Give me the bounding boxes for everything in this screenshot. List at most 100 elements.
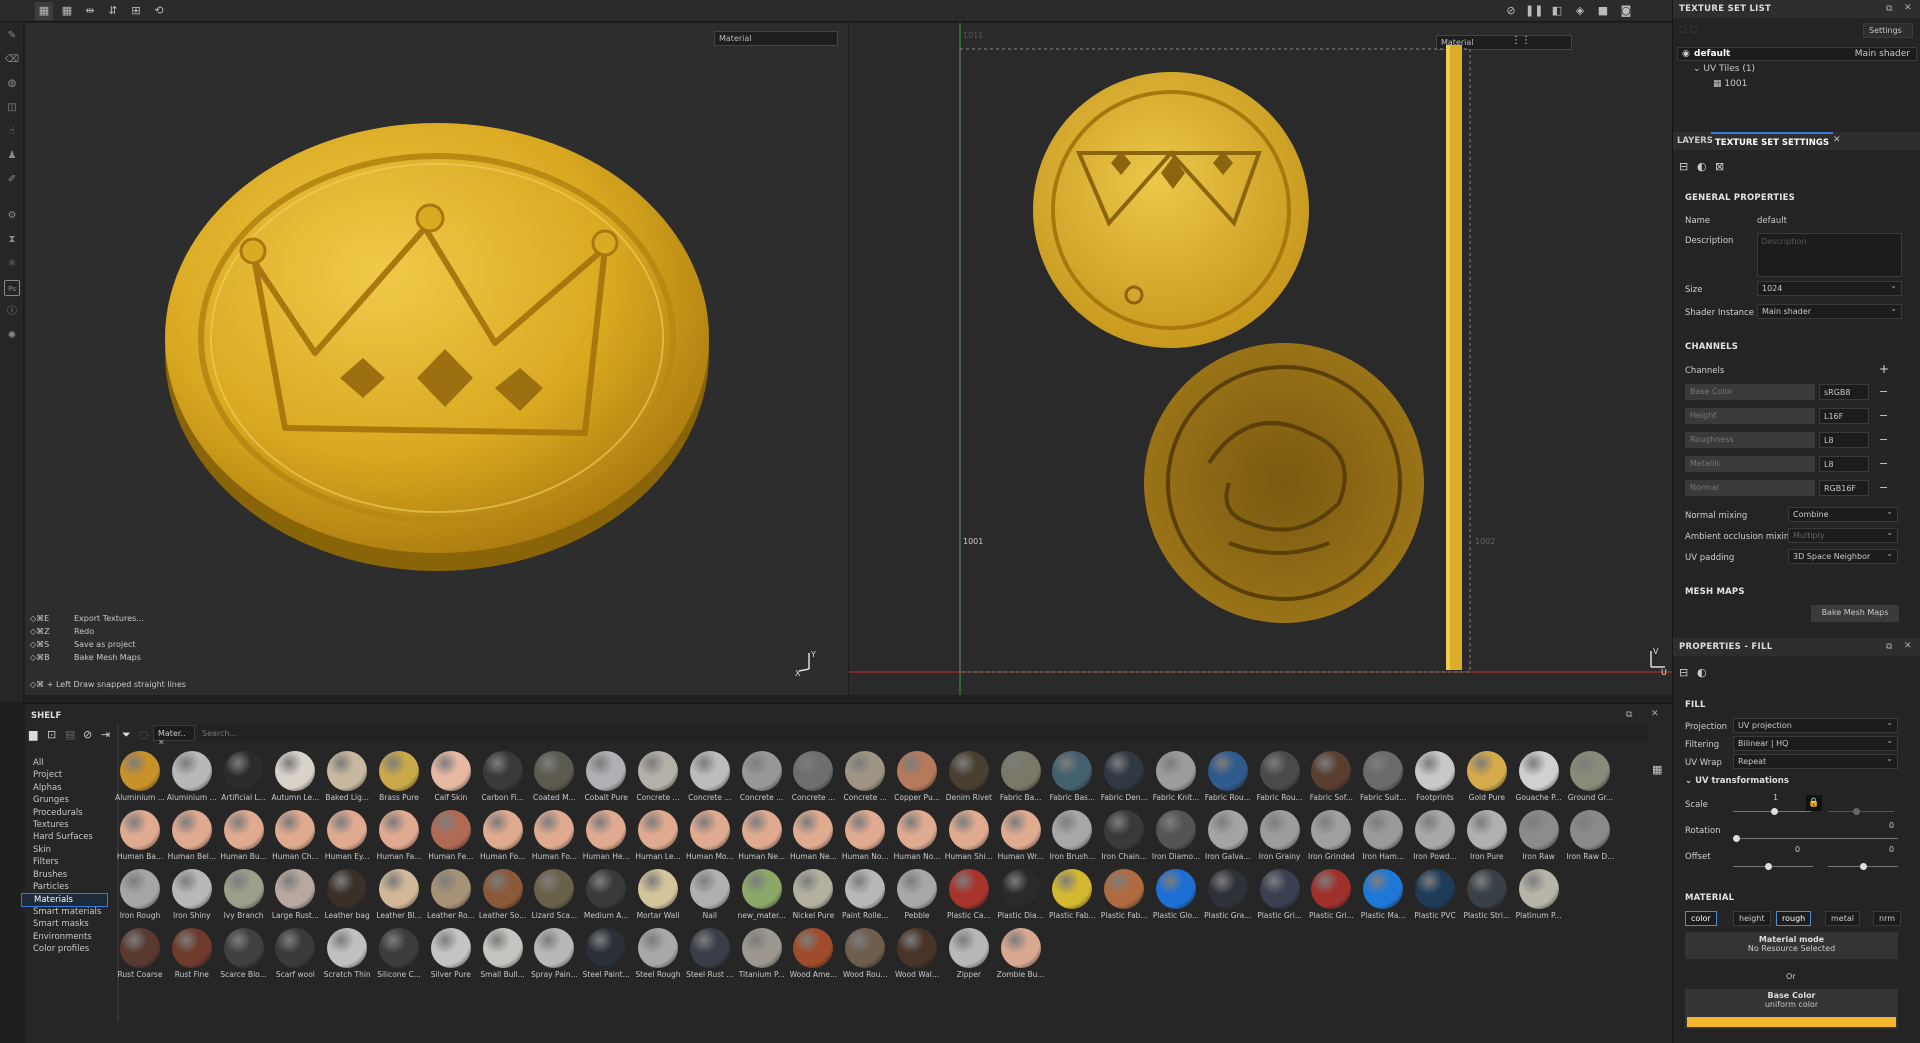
material-thumbnail[interactable]: Large Rust...	[269, 867, 321, 927]
material-thumbnail[interactable]: new_mater...	[736, 867, 788, 927]
normal-mixing-select[interactable]: Combine	[1788, 507, 1898, 522]
material-thumbnail[interactable]: Human Fa...	[373, 808, 425, 868]
material-thumbnail[interactable]: Iron Diamo...	[1150, 808, 1202, 868]
clone-icon[interactable]: ♟	[4, 148, 20, 164]
material-thumbnail[interactable]: Pebble	[891, 867, 943, 927]
undock-icon[interactable]: ⧉	[1626, 710, 1632, 720]
filter-chip[interactable]: Mater.. ✕	[153, 725, 195, 747]
grid-options-icon[interactable]: ▦	[58, 2, 76, 20]
material-thumbnail[interactable]: Concrete ...	[787, 749, 839, 809]
viewport-2d[interactable]: Material 1001 1002 1011 V U ⋮⋮	[849, 23, 1672, 695]
material-thumbnail[interactable]: Iron Grinded	[1305, 808, 1357, 868]
shelf-category-color-profiles[interactable]: Color profiles	[21, 943, 108, 957]
viewport-options-icon[interactable]: ⋮⋮	[1511, 35, 1531, 50]
material-tab-height[interactable]: height	[1733, 911, 1771, 926]
channel-format-select[interactable]: L8	[1819, 456, 1869, 472]
material-thumbnail[interactable]: Iron Shiny	[166, 867, 218, 927]
grid-view-icon[interactable]: ▦	[1652, 763, 1662, 776]
uv-icon[interactable]: ⊠	[1715, 160, 1724, 173]
viewport-3d[interactable]: Material ◇⌘E Export Textures... ◇⌘Z Redo ◇…	[25, 23, 848, 695]
add-icon[interactable]: ⊞	[127, 2, 145, 20]
visibility-off-icon[interactable]: ⊘	[1502, 2, 1520, 20]
scale-slider-handle[interactable]	[1771, 808, 1778, 815]
material-thumbnail[interactable]: Mortar Wall	[632, 867, 684, 927]
layout-split-icon[interactable]: ◧	[1548, 2, 1566, 20]
material-sphere-icon[interactable]: ◐	[1697, 160, 1707, 173]
material-thumbnail[interactable]: Rust Coarse	[114, 926, 166, 986]
material-tab-rough[interactable]: rough	[1776, 911, 1812, 926]
remove-channel-icon[interactable]: −	[1879, 481, 1888, 494]
material-thumbnail[interactable]: Cobalt Pure	[580, 749, 632, 809]
projection-icon[interactable]: ◍	[4, 76, 20, 92]
material-thumbnail[interactable]: Gouache P...	[1513, 749, 1565, 809]
settings-icon[interactable]: ⚙	[4, 208, 20, 224]
display-settings-icon[interactable]: ☼	[4, 256, 20, 272]
material-thumbnail[interactable]: Iron Galva...	[1202, 808, 1254, 868]
material-thumbnail[interactable]: Fabric Bas...	[1046, 749, 1098, 809]
geometry-mask-icon[interactable]: ◫	[4, 100, 20, 116]
material-thumbnail[interactable]: Lizard Sca...	[528, 867, 580, 927]
material-thumbnail[interactable]: Zombie Bu...	[995, 926, 1047, 986]
material-thumbnail[interactable]: Human Ba...	[114, 808, 166, 868]
material-thumbnail[interactable]: Steel Paint...	[580, 926, 632, 986]
uv-tiles-group[interactable]: ⌄ UV Tiles (1)	[1693, 64, 1755, 74]
material-mode-button[interactable]: Material mode No Resource Selected	[1685, 932, 1898, 959]
settings-button[interactable]: Settings	[1863, 23, 1913, 38]
material-thumbnail[interactable]: Wood Rou...	[839, 926, 891, 986]
cube-icon[interactable]: ◈	[1571, 2, 1589, 20]
material-thumbnail[interactable]: Human Le...	[632, 808, 684, 868]
material-thumbnail[interactable]: Iron Raw	[1513, 808, 1565, 868]
material-thumbnail[interactable]: Plastic Fab...	[1046, 867, 1098, 927]
material-thumbnail[interactable]: Iron Powd...	[1409, 808, 1461, 868]
save-icon[interactable]: ▤	[65, 728, 75, 741]
material-thumbnail[interactable]: Zipper	[943, 926, 995, 986]
new-folder-icon[interactable]: ⊡	[47, 728, 56, 741]
material-thumbnail[interactable]: Plastic Gri...	[1254, 867, 1306, 927]
channel-format-select[interactable]: L8	[1819, 432, 1869, 448]
material-thumbnail[interactable]: Spray Pain...	[528, 926, 580, 986]
screenshot-icon[interactable]: ◙	[1617, 2, 1635, 20]
material-thumbnail[interactable]: Paint Rolle...	[839, 867, 891, 927]
import-icon[interactable]: ⇥	[101, 728, 110, 741]
material-thumbnail[interactable]: Scarf wool	[269, 926, 321, 986]
remove-channel-icon[interactable]: −	[1879, 385, 1888, 398]
material-thumbnail[interactable]: Leather bag	[321, 867, 373, 927]
material-thumbnail[interactable]: Aluminium ...	[114, 749, 166, 809]
material-thumbnail[interactable]: Plastic Dia...	[995, 867, 1047, 927]
undock-icon[interactable]: ⧉	[1886, 4, 1892, 14]
material-thumbnail[interactable]: Wood Wal...	[891, 926, 943, 986]
shelf-search-input[interactable]	[198, 725, 1648, 741]
material-thumbnail[interactable]: Medium A...	[580, 867, 632, 927]
tab-layers[interactable]: LAYERS	[1677, 136, 1713, 146]
scale-value[interactable]: 1	[1773, 793, 1778, 802]
texture-set-icon[interactable]: ⊟	[1679, 160, 1688, 173]
material-thumbnail[interactable]: Iron Ham...	[1357, 808, 1409, 868]
uv-tile-item[interactable]: ▦ 1001	[1713, 79, 1747, 89]
remove-channel-icon[interactable]: −	[1879, 457, 1888, 470]
material-thumbnail[interactable]: Human Bel...	[166, 808, 218, 868]
folder-icon[interactable]: ▆	[29, 728, 37, 741]
fill-layer-icon[interactable]: ⊟	[1679, 666, 1688, 679]
close-icon[interactable]: ✕	[1651, 709, 1659, 719]
description-field[interactable]: Description	[1757, 233, 1902, 277]
grid-view-icon[interactable]: ▦	[35, 2, 53, 20]
size-select[interactable]: 1024	[1757, 281, 1902, 296]
rotation-slider-handle[interactable]	[1733, 835, 1740, 842]
eye-icon[interactable]: ◉	[1682, 49, 1690, 59]
name-value[interactable]: default	[1757, 216, 1787, 226]
material-thumbnail[interactable]: Ivy Branch	[218, 867, 270, 927]
material-thumbnail[interactable]: Steel Rough	[632, 926, 684, 986]
material-thumbnail[interactable]: Plastic Fab...	[1098, 867, 1150, 927]
remove-channel-icon[interactable]: −	[1879, 409, 1888, 422]
offset-x-slider-handle[interactable]	[1765, 863, 1772, 870]
material-thumbnail[interactable]: Titanium P...	[736, 926, 788, 986]
material-thumbnail[interactable]: Fabric Knit...	[1150, 749, 1202, 809]
material-thumbnail[interactable]: Silicone C...	[373, 926, 425, 986]
pause-icon[interactable]: ❚❚	[1525, 2, 1543, 20]
material-thumbnail[interactable]: Human He...	[580, 808, 632, 868]
material-thumbnail[interactable]: Human Ey...	[321, 808, 373, 868]
material-thumbnail[interactable]: Iron Rough	[114, 867, 166, 927]
tab-texture-set-settings[interactable]: TEXTURE SET SETTINGS	[1711, 132, 1833, 150]
material-thumbnail[interactable]: Fabric Suit...	[1357, 749, 1409, 809]
material-thumbnail[interactable]: Plastic Glo...	[1150, 867, 1202, 927]
